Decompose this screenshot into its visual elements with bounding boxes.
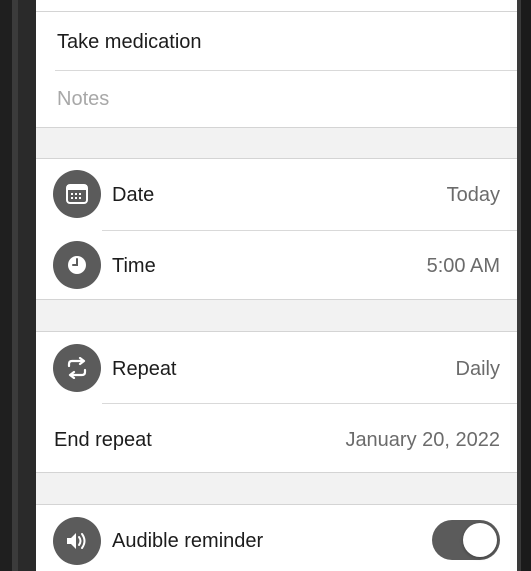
divider (102, 230, 517, 231)
calendar-icon (53, 170, 101, 218)
repeat-icon (53, 344, 101, 392)
clock-icon (53, 241, 101, 289)
reminder-edit-screen: Take medication Notes Date Today Time 5:… (36, 0, 517, 571)
reminder-section: Audible reminder (36, 505, 517, 571)
date-label: Date (112, 184, 155, 206)
repeat-section: Repeat Daily End repeat January 20, 2022 (36, 332, 517, 472)
section-divider (36, 472, 517, 473)
end-repeat-value: January 20, 2022 (345, 429, 500, 451)
schedule-section: Date Today Time 5:00 AM (36, 159, 517, 299)
end-repeat-label: End repeat (54, 429, 152, 451)
speaker-icon (53, 517, 101, 565)
toggle-knob (463, 523, 497, 557)
device-bezel-right-edge (517, 0, 521, 571)
divider (55, 70, 517, 71)
audible-reminder-label: Audible reminder (112, 530, 264, 552)
top-divider (36, 11, 517, 12)
audible-reminder-toggle[interactable] (432, 520, 500, 560)
time-label: Time (112, 255, 156, 277)
section-divider (36, 299, 517, 300)
repeat-value: Daily (455, 358, 500, 380)
task-section: Take medication Notes (36, 0, 517, 127)
date-value: Today (446, 184, 500, 206)
section-divider (36, 127, 517, 128)
time-value: 5:00 AM (426, 255, 500, 277)
repeat-label: Repeat (112, 358, 177, 380)
task-title-field[interactable]: Take medication (57, 31, 202, 54)
divider (102, 403, 517, 404)
notes-field[interactable]: Notes (57, 88, 109, 111)
device-bezel-left-edge (12, 0, 18, 571)
